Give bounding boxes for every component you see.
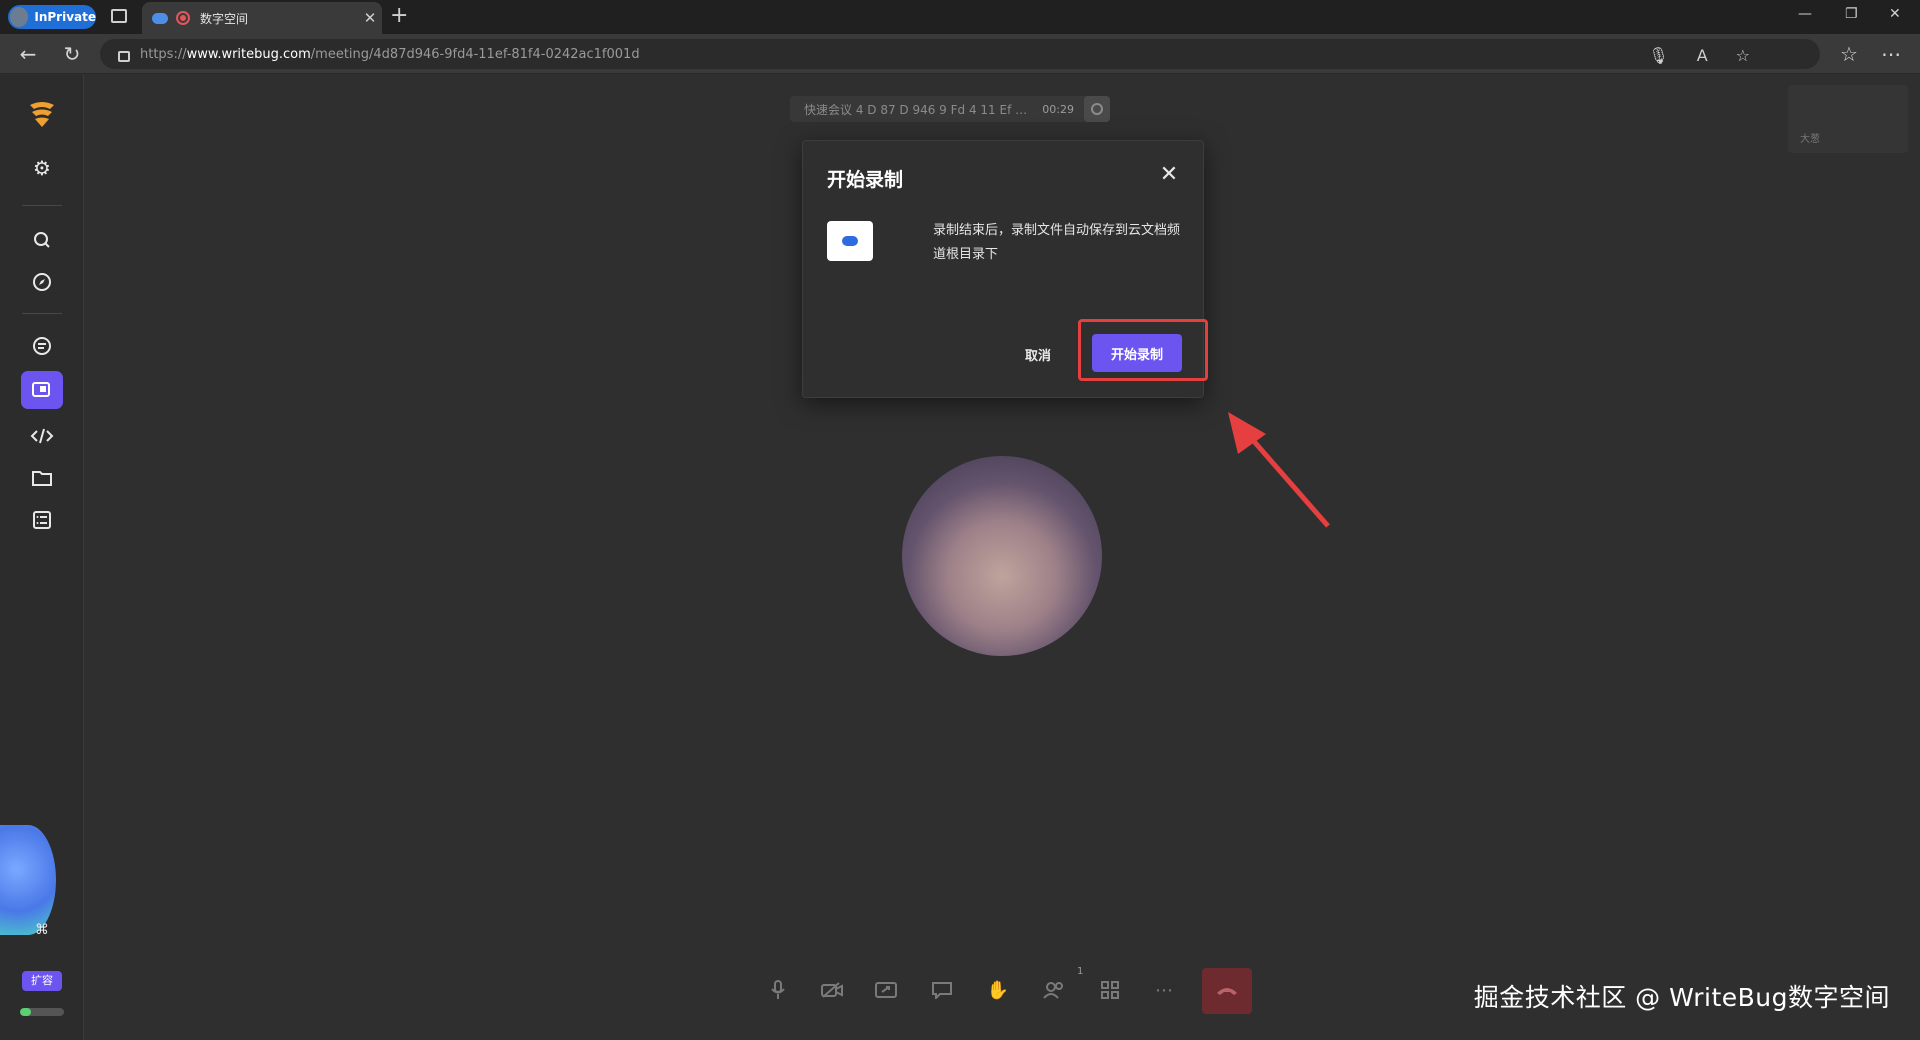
microphone-icon[interactable]: 🎙	[1648, 46, 1668, 65]
recording-indicator-icon	[176, 11, 190, 25]
participants-icon[interactable]	[1038, 974, 1070, 1006]
app-logo-icon[interactable]	[26, 97, 58, 129]
dialog-description: 录制结束后，录制文件自动保存到云文档频道根目录下	[933, 223, 1181, 262]
storage-usage-fill	[20, 1008, 31, 1016]
inprivate-badge[interactable]: InPrivate	[8, 5, 96, 29]
participants-count: 1	[1077, 966, 1084, 977]
search-icon[interactable]	[21, 221, 63, 259]
url-path: /meeting/4d87d946-9fd4-11ef-81f4-0242ac1…	[310, 46, 640, 62]
meeting-toolbar: ✋ 1 ⋯	[752, 962, 1252, 1018]
microphone-icon[interactable]	[762, 974, 794, 1006]
meeting-info-icon[interactable]	[1084, 96, 1110, 122]
inprivate-label: InPrivate	[34, 10, 96, 24]
new-tab-icon[interactable]: +	[390, 3, 408, 28]
favorite-star-icon[interactable]: ☆	[1736, 46, 1750, 65]
window-close-icon[interactable]: ✕	[1889, 6, 1901, 22]
browser-tabbar: InPrivate 数字空间 ✕ + — ❐ ✕	[0, 0, 1920, 34]
refresh-icon[interactable]: ↻	[60, 42, 84, 66]
code-icon[interactable]	[21, 417, 63, 455]
back-icon[interactable]: ←	[16, 42, 40, 66]
more-options-icon[interactable]: ⋯	[1148, 974, 1180, 1006]
meeting-icon[interactable]	[21, 371, 63, 409]
task-list-icon[interactable]	[21, 501, 63, 539]
self-video-thumbnail[interactable]: 大葱	[1788, 85, 1908, 153]
folder-icon[interactable]	[21, 459, 63, 497]
app-sidebar: ⚙ ⌘ 扩容	[0, 75, 84, 1040]
storage-usage-bar	[20, 1008, 64, 1016]
cancel-button[interactable]: 取消	[1025, 345, 1051, 364]
sidebar-divider	[22, 205, 62, 206]
meeting-name: 快速会议 4 D 87 D 946 9 Fd 4 11 Ef 81 F 4 0.…	[804, 102, 1032, 117]
dialog-title: 开始录制	[827, 169, 904, 191]
close-icon[interactable]: ✕	[1157, 163, 1181, 187]
settings-gear-icon[interactable]: ⚙	[21, 149, 63, 187]
grid-layout-icon[interactable]	[1094, 974, 1126, 1006]
more-menu-icon[interactable]: ⋯	[1879, 42, 1903, 66]
read-aloud-icon[interactable]: A	[1697, 46, 1708, 65]
camera-off-icon[interactable]	[816, 974, 848, 1006]
profile-avatar	[10, 7, 29, 27]
url-scheme: https://	[140, 46, 187, 62]
meeting-info-bar: 快速会议 4 D 87 D 946 9 Fd 4 11 Ef 81 F 4 0.…	[790, 96, 1110, 122]
cloud-icon	[827, 221, 873, 261]
annotation-arrow-icon	[1228, 412, 1330, 528]
start-recording-button[interactable]: 开始录制	[1092, 334, 1182, 372]
site-favicon-icon	[152, 12, 168, 24]
hang-up-button[interactable]	[1202, 968, 1252, 1014]
tab-close-icon[interactable]: ✕	[358, 9, 382, 27]
browser-tab-active[interactable]: 数字空间 ✕	[142, 2, 382, 34]
watermark-text: 掘金技术社区 @ WriteBug数字空间	[1473, 983, 1890, 1012]
share-screen-icon[interactable]	[870, 974, 902, 1006]
sidebar-divider	[22, 313, 62, 314]
chat-icon[interactable]	[21, 327, 63, 365]
minimize-icon[interactable]: —	[1798, 6, 1812, 22]
favorites-icon[interactable]: ☆	[1837, 42, 1861, 66]
apps-switch-icon[interactable]: ⌘	[21, 911, 63, 949]
lock-icon	[118, 50, 130, 62]
restore-icon[interactable]: ❐	[1845, 6, 1858, 22]
chat-bubble-icon[interactable]	[926, 974, 958, 1006]
start-recording-dialog: 开始录制 ✕ 录制结束后，录制文件自动保存到云文档频道根目录下 取消 开始录制	[802, 140, 1208, 398]
participant-avatar	[902, 456, 1102, 656]
meeting-timer: 00:29	[1042, 102, 1074, 116]
compass-icon[interactable]	[21, 263, 63, 301]
tab-actions-icon[interactable]	[111, 9, 127, 23]
raise-hand-icon[interactable]: ✋	[982, 974, 1014, 1006]
tab-title: 数字空间	[200, 11, 249, 26]
url-host: www.writebug.com	[186, 46, 311, 62]
browser-toolbar: ← ↻ https:// www.writebug.com /meeting/4…	[0, 34, 1920, 74]
self-view-name: 大葱	[1800, 134, 1820, 145]
address-bar[interactable]: https:// www.writebug.com /meeting/4d87d…	[100, 39, 1820, 69]
expand-storage-button[interactable]: 扩容	[22, 971, 62, 991]
